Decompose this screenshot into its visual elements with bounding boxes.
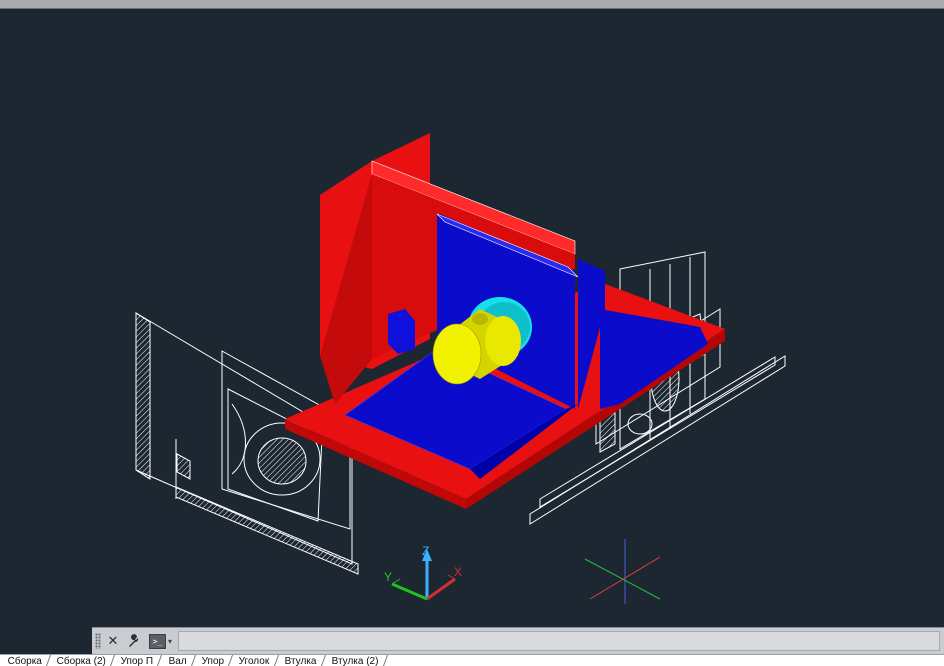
command-prompt-icon: >_ [149,633,166,649]
layout-tab[interactable]: Втулка (2) [324,655,388,666]
layout-tab[interactable]: Сборка [0,655,52,666]
ucs-icon: Z X Y [384,544,462,601]
command-input[interactable] [178,631,940,651]
layout-tabs-bar: Сборка Сборка (2) Упор П Вал Упор Уголок… [0,654,944,666]
wrench-icon[interactable] [125,632,143,650]
ucs-z-label: Z [422,544,429,558]
chevron-down-icon: ▾ [168,636,173,646]
window-top-bar [0,0,944,9]
command-line-bar: ✕ >_ ▾ [92,627,944,654]
layout-tab[interactable]: Вал [161,655,196,666]
drawing-viewport[interactable]: Z X Y [0,9,944,627]
layout-tab[interactable]: Сборка (2) [50,655,116,666]
layout-tab[interactable]: Втулка [277,655,326,666]
command-prompt-button[interactable]: >_ ▾ [149,633,173,649]
ucs-y-label: Y [384,570,392,584]
model-view-canvas: Z X Y [135,133,786,604]
drag-grip-icon[interactable] [95,633,101,649]
snap-crosshair [584,539,661,604]
layout-tab[interactable]: Упор П [114,655,163,666]
ucs-x-label: X [454,565,462,579]
layout-tab[interactable]: Упор [194,655,234,666]
close-icon[interactable]: ✕ [104,632,122,650]
layout-tab[interactable]: Уголок [232,655,279,666]
